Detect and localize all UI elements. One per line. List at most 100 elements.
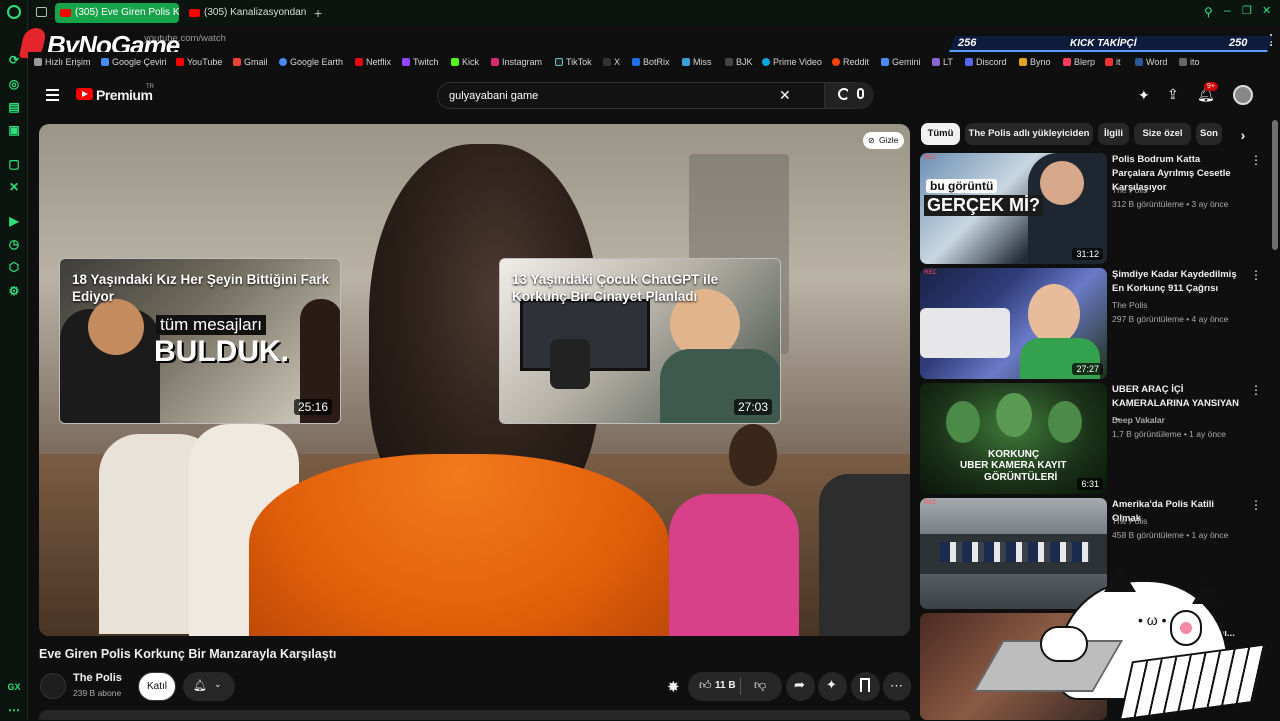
bookmark-item[interactable]: Twitch	[402, 57, 439, 67]
chevron-right-icon[interactable]: ›	[1233, 125, 1253, 145]
twitch-icon[interactable]: ▢	[6, 156, 22, 172]
youtube-logo-icon[interactable]	[76, 88, 93, 100]
recommendation-channel[interactable]: The Polis	[1112, 516, 1147, 526]
bookmark-item[interactable]: TikTok	[555, 57, 592, 67]
bookmark-item[interactable]: Word	[1135, 57, 1167, 67]
search-tabs-icon[interactable]: ⚲	[1204, 5, 1213, 19]
endcard-overlay-line2: BULDUK.	[154, 335, 289, 368]
bookmark-item[interactable]: X	[603, 57, 620, 67]
hide-endcards-button[interactable]: ⊘ Gizle	[863, 132, 905, 149]
recommendation-thumbnail[interactable]: REC bu görüntü GERÇEK Mİ? 31:12	[920, 153, 1107, 264]
bookmark-item[interactable]: Kick	[451, 57, 479, 67]
screaming-face	[1028, 284, 1080, 344]
recommendation-channel[interactable]: Deep Vakalar	[1112, 415, 1165, 425]
close-window-icon[interactable]: ✕	[1262, 4, 1271, 17]
share-button[interactable]: ➦	[786, 672, 815, 701]
bookmark-item[interactable]: it	[1105, 57, 1121, 67]
aria-icon[interactable]: ◎	[6, 76, 22, 92]
video-player[interactable]: ⊘ Gizle 18 Yaşındaki Kız Her Şeyin Bitti…	[39, 124, 910, 636]
endcard-title: 13 Yaşındaki Çocuk ChatGPT ile Korkunç B…	[512, 272, 719, 304]
like-button[interactable]: 👍︎ 11 B	[688, 672, 740, 701]
endcard-title: 18 Yaşındaki Kız Her Şeyin Bittiğini Far…	[72, 272, 330, 304]
player-icon[interactable]: ▶	[6, 213, 22, 229]
extension-icon[interactable]: ▣	[6, 122, 22, 138]
tab-menu-icon[interactable]	[36, 7, 47, 17]
bookmark-item[interactable]: Hızlı Erişim	[34, 57, 91, 67]
recommendation-channel[interactable]: The Polis	[1112, 185, 1147, 195]
description-box[interactable]	[39, 710, 910, 720]
minimize-icon[interactable]: –	[1224, 3, 1231, 17]
chip-from-uploader[interactable]: The Polis adlı yükleyiciden	[965, 123, 1093, 145]
ask-ai-button[interactable]: ✦	[818, 672, 847, 701]
vpn-icon[interactable]: GX	[6, 679, 22, 695]
history-icon[interactable]: ◷	[6, 236, 22, 252]
chip-all[interactable]: Tümü	[921, 123, 960, 145]
chip-related[interactable]: İlgili	[1098, 123, 1129, 145]
bookmark-item[interactable]: Blerp	[1063, 57, 1095, 67]
endcard-microphone	[550, 339, 590, 389]
maximize-icon[interactable]: ❐	[1242, 4, 1252, 17]
workspaces-icon[interactable]: ▤	[6, 99, 22, 115]
bookmark-item[interactable]: Reddit	[832, 57, 869, 67]
police-cars	[940, 542, 1090, 562]
more-vertical-icon[interactable]: ⋮	[1250, 384, 1262, 396]
create-icon[interactable]: ✦	[1138, 87, 1150, 104]
channel-avatar[interactable]	[40, 673, 66, 699]
endcard-video[interactable]: 13 Yaşındaki Çocuk ChatGPT ile Korkunç B…	[499, 258, 781, 424]
search-input[interactable]: gulyayabani game	[449, 90, 538, 102]
subscribe-bell-button[interactable]: 🔔︎ ⌄	[183, 672, 235, 701]
tab-active[interactable]: (305) Eve Giren Polis K	[55, 3, 179, 23]
bookmark-item[interactable]: Gemini	[881, 57, 921, 67]
youtube-header: Premium TR gulyayabani game ✕ ✦ ⇪ 🔔︎ 9+	[28, 74, 1280, 118]
tab-label: (305) Kanalizasyondan Ba	[204, 7, 308, 18]
duration-badge: 31:12	[1072, 248, 1103, 260]
new-tab-icon[interactable]: +	[314, 5, 322, 21]
chip-for-you[interactable]: Size özel	[1134, 123, 1191, 145]
more-vertical-icon[interactable]: ⋮	[1250, 154, 1262, 166]
bookmark-item[interactable]: Gmail	[233, 57, 268, 67]
hamburger-menu-icon[interactable]	[46, 89, 59, 101]
extensions-icon[interactable]: ⬡	[6, 259, 22, 275]
region-code: TR	[146, 84, 154, 90]
recommendation-thumbnail[interactable]: KORKUNÇ UBER KAMERA KAYIT GÖRÜNTÜLERİ 6:…	[920, 383, 1107, 494]
recommendation-title[interactable]: Şimdiye Kadar Kaydedilmiş En Korkunç 911…	[1112, 268, 1242, 296]
upload-icon[interactable]: ⇪	[1167, 86, 1179, 103]
tab-inactive[interactable]: (305) Kanalizasyondan Ba	[184, 3, 308, 23]
more-vertical-icon[interactable]: ⋮	[1250, 499, 1262, 511]
bookmark-item[interactable]: LT	[932, 57, 953, 67]
dislike-button[interactable]: 👎︎	[754, 678, 766, 693]
opera-logo-icon[interactable]	[7, 5, 21, 19]
officer-face	[1040, 161, 1084, 205]
chip-recent[interactable]: Son	[1196, 123, 1222, 145]
bookmark-item[interactable]: ito	[1179, 57, 1200, 67]
more-icon[interactable]: ⋯	[6, 702, 22, 718]
bookmark-item[interactable]: BotRix	[632, 57, 670, 67]
recommendation-channel[interactable]: The Polis	[1112, 300, 1147, 310]
bookmark-item[interactable]: Google Earth	[279, 57, 343, 67]
save-button[interactable]	[851, 672, 880, 701]
x-icon[interactable]: ✕	[6, 179, 22, 195]
channel-name[interactable]: The Polis	[73, 672, 122, 684]
clear-search-icon[interactable]: ✕	[779, 87, 791, 104]
bookmark-item[interactable]: Netflix	[355, 57, 391, 67]
bookmark-item[interactable]: Google Çeviri	[101, 57, 167, 67]
more-vertical-icon[interactable]: ⋮	[1250, 269, 1262, 281]
endcard-video[interactable]: 18 Yaşındaki Kız Her Şeyin Bittiğini Far…	[59, 258, 341, 424]
bookmark-item[interactable]: Miss	[682, 57, 712, 67]
settings-icon[interactable]: ⚙	[6, 283, 22, 299]
sparkle-badge-icon[interactable]: ✸	[667, 678, 680, 696]
bookmark-item[interactable]: Instagram	[491, 57, 542, 67]
scrollbar-thumb[interactable]	[1272, 120, 1278, 250]
voice-search-button[interactable]	[847, 82, 874, 109]
bookmark-item[interactable]: Discord	[965, 57, 1007, 67]
bookmark-item[interactable]: Byno	[1019, 57, 1051, 67]
recommendation-thumbnail[interactable]: REC 27:27	[920, 268, 1107, 379]
bookmark-item[interactable]: BJK	[725, 57, 753, 67]
more-actions-button[interactable]: ⋯	[883, 672, 911, 701]
rec-indicator: REC	[924, 155, 937, 161]
bookmark-item[interactable]: YouTube	[176, 57, 222, 67]
endcard-overlay-line1: tüm mesajları	[156, 315, 267, 335]
join-button[interactable]: Katıl	[138, 672, 176, 701]
bookmark-item[interactable]: Prime Video	[762, 57, 822, 67]
avatar[interactable]	[1233, 85, 1253, 105]
